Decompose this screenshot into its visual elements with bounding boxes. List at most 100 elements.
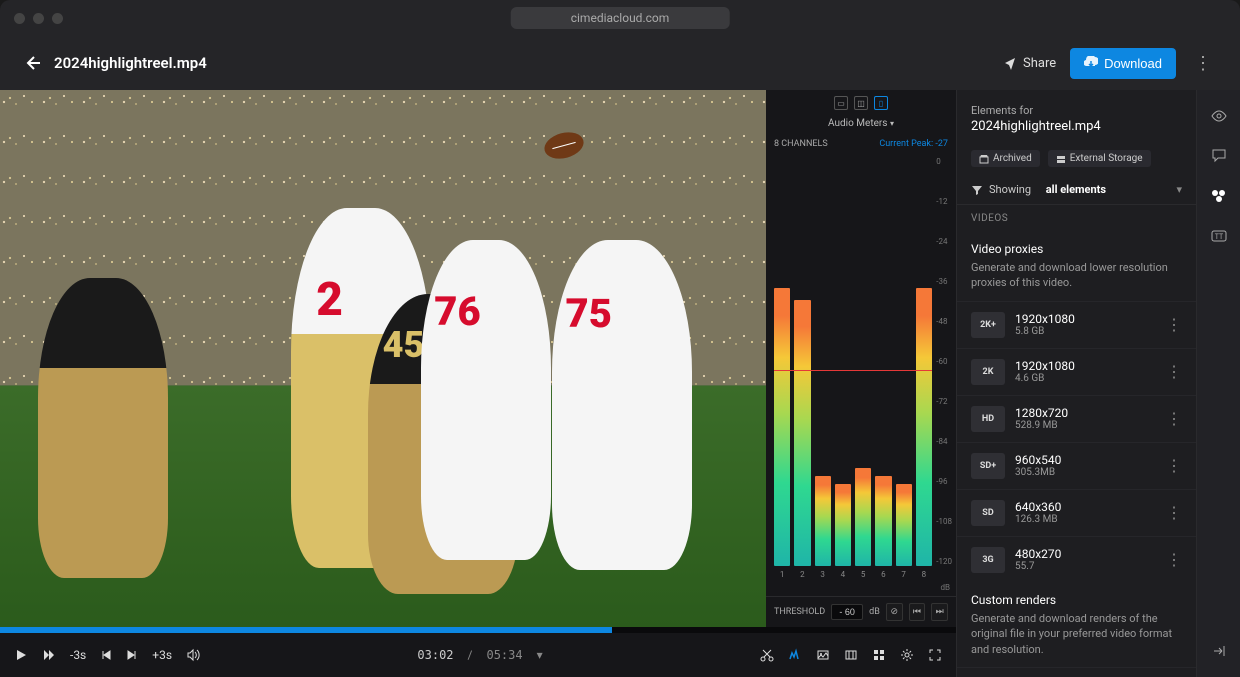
proxy-resolution: 1280x720	[1015, 406, 1156, 420]
share-button[interactable]: Share	[1003, 56, 1056, 71]
timeline-progress	[0, 627, 612, 633]
zoom-window-icon[interactable]	[52, 13, 63, 24]
fast-forward-icon[interactable]	[42, 648, 56, 662]
share-button-label: Share	[1023, 56, 1056, 71]
audio-panel: ▭ ◫ ▯ Audio Meters ▾ 8 CHANNELS Current …	[766, 90, 956, 627]
minimize-window-icon[interactable]	[33, 13, 44, 24]
videos-section-label: VIDEOS	[957, 205, 1196, 232]
fullscreen-icon[interactable]	[928, 648, 942, 662]
elements-for-label: Elements for	[971, 104, 1182, 117]
proxy-more-icon[interactable]: ⋮	[1166, 503, 1182, 522]
chevron-down-icon: ▾	[890, 119, 894, 128]
proxy-row[interactable]: SD640x360126.3 MB⋮	[957, 489, 1196, 536]
proxy-badge: 2K	[971, 359, 1005, 385]
loop-icon[interactable]	[844, 648, 858, 662]
threshold-row: THRESHOLD dB ⊘ ⏮ ⏭	[766, 596, 956, 627]
threshold-input[interactable]	[831, 604, 863, 620]
more-menu-icon[interactable]: ⋮	[1190, 53, 1216, 74]
right-rail: TT	[1196, 90, 1240, 677]
audio-view-split-icon[interactable]: ◫	[854, 96, 868, 110]
svg-text:TT: TT	[1214, 233, 1223, 241]
render-row[interactable]: HQ1080x96012.3MB⋮	[957, 667, 1196, 677]
chevron-down-icon: ▾	[1176, 183, 1182, 196]
proxy-resolution: 640x360	[1015, 500, 1156, 514]
time-format-dropdown[interactable]: ▾	[537, 648, 543, 662]
proxy-badge: 2K+	[971, 312, 1005, 338]
audio-view-meters-icon[interactable]: ▯	[874, 96, 888, 110]
proxy-resolution: 960x540	[1015, 453, 1156, 467]
channel-labels: 12345678	[766, 570, 956, 583]
proxy-more-icon[interactable]: ⋮	[1166, 409, 1182, 428]
audio-bar-5	[855, 468, 871, 566]
comments-icon[interactable]	[1209, 146, 1229, 166]
threshold-line	[774, 370, 932, 371]
db-scale: 0-12-24-36-48-60-72-84-96-108-120	[936, 153, 952, 570]
prev-frame-icon[interactable]	[100, 649, 112, 661]
proxy-resolution: 1920x1080	[1015, 312, 1156, 326]
filter-icon	[971, 184, 983, 196]
proxy-badge: 3G	[971, 547, 1005, 573]
download-button-label: Download	[1104, 56, 1162, 71]
video-viewport[interactable]	[0, 90, 766, 627]
db-unit-small: dB	[869, 607, 880, 617]
tag-external-storage[interactable]: External Storage	[1048, 150, 1151, 167]
volume-icon[interactable]	[186, 648, 200, 662]
play-icon[interactable]	[14, 648, 28, 662]
threshold-prev-icon[interactable]: ⏮	[909, 603, 926, 621]
audio-view-waveform-icon[interactable]: ▭	[834, 96, 848, 110]
skip-forward-label[interactable]: +3s	[152, 648, 172, 662]
annotations-icon[interactable]	[788, 648, 802, 662]
audio-meters: 0-12-24-36-48-60-72-84-96-108-120	[766, 153, 956, 570]
address-bar[interactable]: cimediacloud.com	[511, 7, 730, 29]
close-window-icon[interactable]	[14, 13, 25, 24]
audio-bar-8	[916, 288, 932, 566]
proxy-badge: SD	[971, 500, 1005, 526]
collapse-panel-icon[interactable]	[1209, 641, 1229, 661]
timeline[interactable]	[0, 627, 956, 633]
total-time: 05:34	[486, 648, 522, 662]
audio-meters-label[interactable]: Audio Meters ▾	[766, 116, 956, 135]
audio-bar-7	[896, 484, 912, 566]
proxy-row[interactable]: 2K+1920x10805.8 GB⋮	[957, 301, 1196, 348]
next-frame-icon[interactable]	[126, 649, 138, 661]
grid-icon[interactable]	[872, 648, 886, 662]
proxies-desc: Generate and download lower resolution p…	[957, 260, 1196, 301]
skip-back-label[interactable]: -3s	[70, 648, 86, 662]
proxy-row[interactable]: SD+ 960x540305.3MB ⋮	[957, 442, 1196, 489]
proxy-more-icon[interactable]: ⋮	[1166, 550, 1182, 569]
proxy-more-icon[interactable]: ⋮	[1166, 315, 1182, 334]
file-title: 2024highlightreel.mp4	[54, 54, 207, 72]
proxy-more-icon[interactable]: ⋮	[1166, 456, 1182, 475]
audio-bar-1	[774, 288, 790, 566]
proxy-resolution: 480x270	[1015, 547, 1156, 561]
proxy-row[interactable]: HD1280x720528.9 MB⋮	[957, 395, 1196, 442]
elements-tab-icon[interactable]	[1209, 186, 1229, 206]
threshold-label: THRESHOLD	[774, 607, 825, 617]
audio-bar-2	[794, 300, 810, 566]
page-header: 2024highlightreel.mp4 Share Download ⋮	[0, 36, 1240, 90]
settings-icon[interactable]	[900, 648, 914, 662]
captions-icon[interactable]: TT	[1209, 226, 1229, 246]
elements-panel: Elements for 2024highlightreel.mp4 Archi…	[956, 90, 1196, 677]
proxy-badge: SD+	[971, 453, 1005, 479]
snapshot-icon[interactable]	[816, 648, 830, 662]
window-controls[interactable]	[14, 13, 63, 24]
audio-bar-3	[815, 476, 831, 566]
back-icon[interactable]	[24, 55, 40, 71]
cut-icon[interactable]	[760, 648, 774, 662]
db-unit: dB	[766, 583, 956, 596]
proxy-badge: HD	[971, 406, 1005, 432]
threshold-mute-icon[interactable]: ⊘	[886, 603, 903, 621]
visibility-icon[interactable]	[1209, 106, 1229, 126]
proxy-size: 305.3MB	[1015, 467, 1156, 478]
elements-filter[interactable]: Showing all elements ▾	[957, 175, 1196, 205]
current-peak: Current Peak: -27	[879, 139, 948, 149]
threshold-next-icon[interactable]: ⏭	[931, 603, 948, 621]
renders-desc: Generate and download renders of the ori…	[957, 611, 1196, 667]
proxy-row[interactable]: 3G480x27055.7⋮	[957, 536, 1196, 583]
proxy-row[interactable]: 2K1920x10804.6 GB⋮	[957, 348, 1196, 395]
tag-archived[interactable]: Archived	[971, 150, 1040, 167]
current-time: 03:02	[417, 648, 453, 662]
download-button[interactable]: Download	[1070, 48, 1176, 79]
proxy-more-icon[interactable]: ⋮	[1166, 362, 1182, 381]
